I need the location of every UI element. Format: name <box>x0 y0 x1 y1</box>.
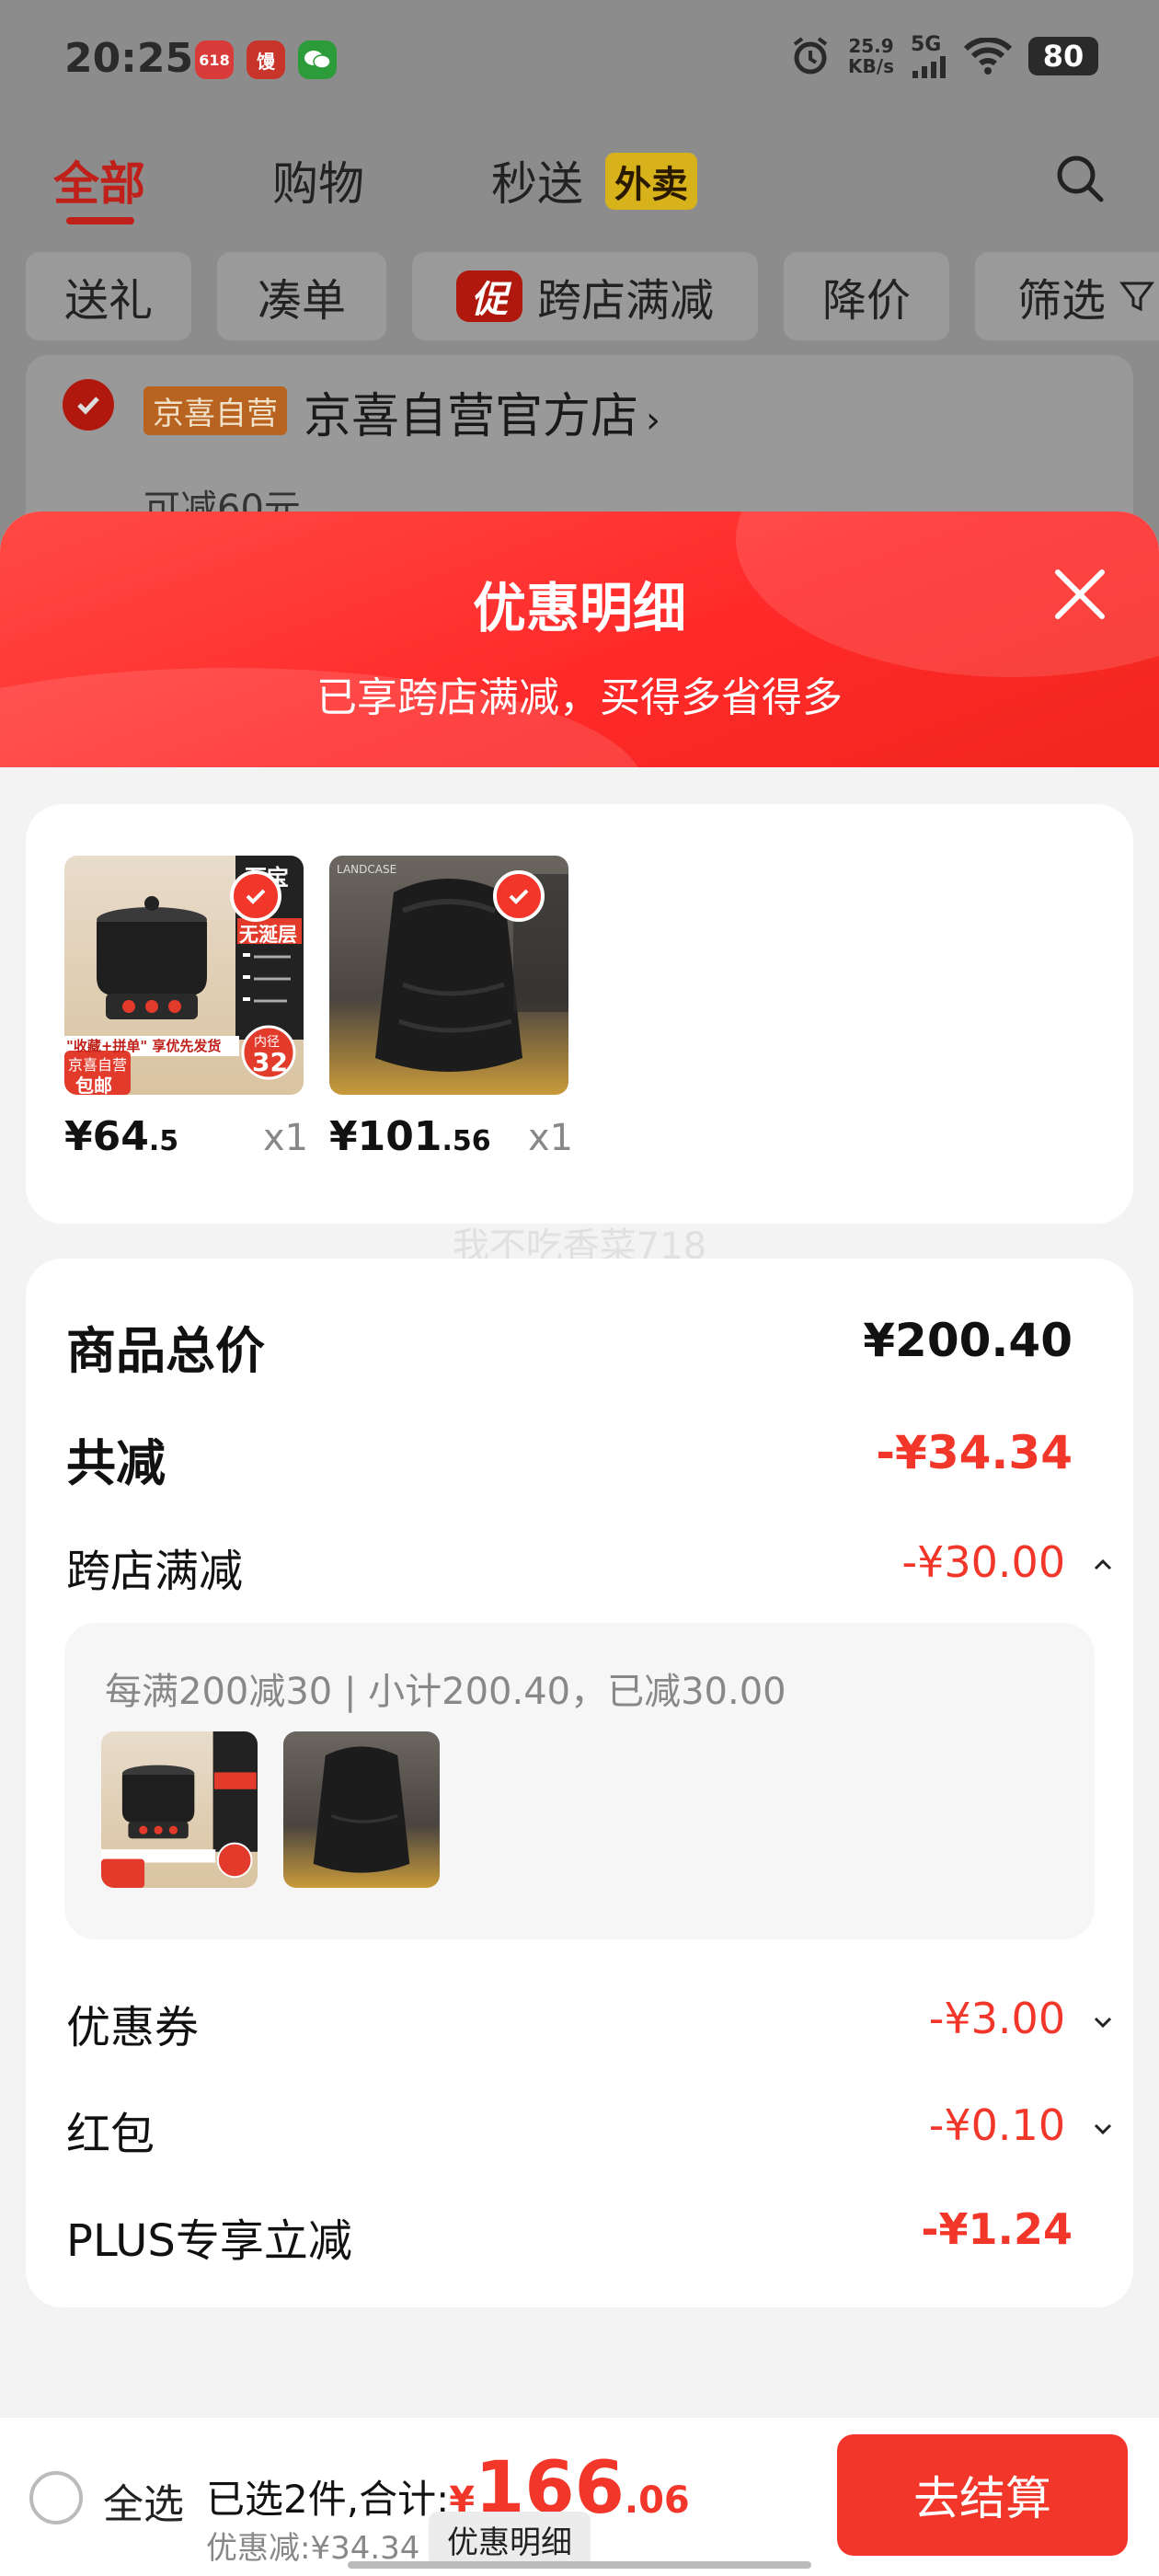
cellular-group: 5G <box>911 33 947 78</box>
product-2-checkbox[interactable] <box>493 870 545 922</box>
coupon-row-value[interactable]: -¥3.00 <box>929 1991 1113 2044</box>
signal-icon <box>912 56 946 78</box>
alarm-icon <box>793 36 828 74</box>
sheet-header: 优惠明细 已享跨店满减，买得多省得多 <box>0 512 1159 767</box>
chevron-down-icon <box>1094 2017 1112 2028</box>
filter-bundle-label: 凑单 <box>257 275 346 327</box>
total-price-value: ¥200.40 <box>863 1314 1073 1367</box>
check-icon <box>246 889 266 904</box>
status-time: 20:25 <box>64 35 194 82</box>
filter-more-label: 筛选 <box>1017 275 1107 327</box>
tab-all[interactable]: 全部 <box>53 147 145 213</box>
img-size-num: 32 <box>252 1047 288 1077</box>
check-icon <box>77 397 99 415</box>
product-1-checkbox[interactable] <box>230 870 281 922</box>
store-name[interactable]: 京喜自营官方店 › <box>304 377 660 446</box>
618-app-icon: 618 <box>195 40 234 79</box>
cross-store-value: -¥30.00 <box>901 1537 1066 1587</box>
product-2-price: ¥101.56 <box>329 1113 491 1160</box>
price-int: ¥64 <box>64 1113 149 1160</box>
network-type: 5G <box>911 33 942 56</box>
red-packet-row-value[interactable]: -¥0.10 <box>929 2098 1113 2151</box>
total-reduce-value: -¥34.34 <box>876 1426 1073 1479</box>
total-amount-dec: .06 <box>624 2479 690 2522</box>
img-brand-text: LANDCASE <box>337 863 397 876</box>
plus-discount-value: -¥1.24 <box>921 2204 1073 2254</box>
cross-store-row-value[interactable]: -¥30.00 <box>902 1535 1113 1588</box>
food-app-icon-text: 馒 <box>257 50 275 73</box>
discount-detail-button[interactable]: 优惠明细 <box>429 2512 591 2568</box>
checkout-label: 去结算 <box>913 2472 1051 2525</box>
food-app-icon: 馒 <box>247 40 285 79</box>
select-all-checkbox[interactable] <box>29 2471 83 2524</box>
summary-prefix: 已选2件,合计: <box>206 2477 450 2522</box>
chevron-up-icon <box>1094 1558 1112 1570</box>
chevron-right-icon: › <box>646 399 661 442</box>
close-icon[interactable] <box>1049 563 1111 626</box>
total-reduce-label: 共减 <box>66 1434 166 1492</box>
wifi-icon <box>964 37 1012 75</box>
rule-thumb-backpack <box>283 1731 440 1888</box>
store-name-text: 京喜自营官方店 <box>304 389 639 444</box>
price-dec: .56 <box>442 1125 491 1157</box>
filter-cross-store-label: 跨店满减 <box>536 275 714 327</box>
plus-discount-label: PLUS专享立减 <box>66 2215 352 2267</box>
red-packet-label: 红包 <box>66 2109 155 2160</box>
filter-price-drop-label: 降价 <box>821 275 911 327</box>
filter-gift[interactable]: 送礼 <box>26 252 191 340</box>
sheet-subtitle: 已享跨店满减，买得多省得多 <box>316 674 843 721</box>
cross-store-rule-text: 每满200减30 | 小计200.40，已减30.00 <box>105 1671 786 1713</box>
store-checkbox[interactable] <box>63 379 114 431</box>
img-ship-text: 包邮 <box>75 1075 112 1095</box>
img-tag-text: 无涎层 <box>239 924 297 946</box>
select-all-label[interactable]: 全选 <box>103 2471 184 2530</box>
home-indicator[interactable] <box>348 2561 811 2569</box>
total-price-label: 商品总价 <box>66 1322 265 1380</box>
funnel-icon <box>1119 282 1155 312</box>
price-int: ¥101 <box>329 1113 442 1160</box>
checkout-button[interactable]: 去结算 <box>837 2434 1128 2556</box>
promo-badge: 促 <box>455 270 522 322</box>
filter-bundle[interactable]: 凑单 <box>217 252 386 340</box>
wechat-icon <box>298 40 337 79</box>
status-bar: 20:25 618 馒 25.9 KB/s 5G 80 <box>0 0 1159 129</box>
chevron-down-icon <box>1094 2123 1112 2134</box>
cross-store-label: 跨店满减 <box>66 1546 244 1597</box>
filter-gift-label: 送礼 <box>63 275 153 327</box>
status-right-group: 25.9 KB/s 5G 80 <box>789 33 1098 78</box>
net-speed-unit: KB/s <box>848 54 894 77</box>
product-2-qty: x1 <box>528 1117 574 1159</box>
sheet-title: 优惠明细 <box>472 577 686 639</box>
rice-cooker-image <box>101 1731 258 1888</box>
takeout-badge: 外卖 <box>605 153 697 210</box>
battery-indicator: 80 <box>1028 36 1098 75</box>
net-speed-value: 25.9 <box>848 34 894 57</box>
product-1-price: ¥64.5 <box>64 1113 178 1160</box>
black-backpack-image <box>313 1746 410 1873</box>
coupon-value: -¥3.00 <box>928 1994 1066 2043</box>
search-icon[interactable] <box>1054 153 1106 204</box>
filter-cross-store[interactable]: 促 跨店满减 <box>412 252 758 340</box>
store-self-operated-badge: 京喜自营 <box>143 386 287 435</box>
618-app-icon-text: 618 <box>199 51 230 69</box>
check-icon <box>509 889 529 904</box>
coupon-label: 优惠券 <box>66 2002 200 2053</box>
net-speed: 25.9 KB/s <box>848 36 894 76</box>
red-packet-value: -¥0.10 <box>928 2100 1066 2150</box>
tab-active-underline <box>66 217 134 224</box>
filter-more[interactable]: 筛选 <box>975 252 1159 340</box>
tab-express[interactable]: 秒送 <box>491 147 583 213</box>
product-1-qty: x1 <box>263 1117 309 1159</box>
tab-shopping[interactable]: 购物 <box>272 147 364 213</box>
filter-price-drop[interactable]: 降价 <box>784 252 949 340</box>
price-dec: .5 <box>148 1125 179 1157</box>
rule-thumb-rice-cooker <box>101 1731 258 1888</box>
